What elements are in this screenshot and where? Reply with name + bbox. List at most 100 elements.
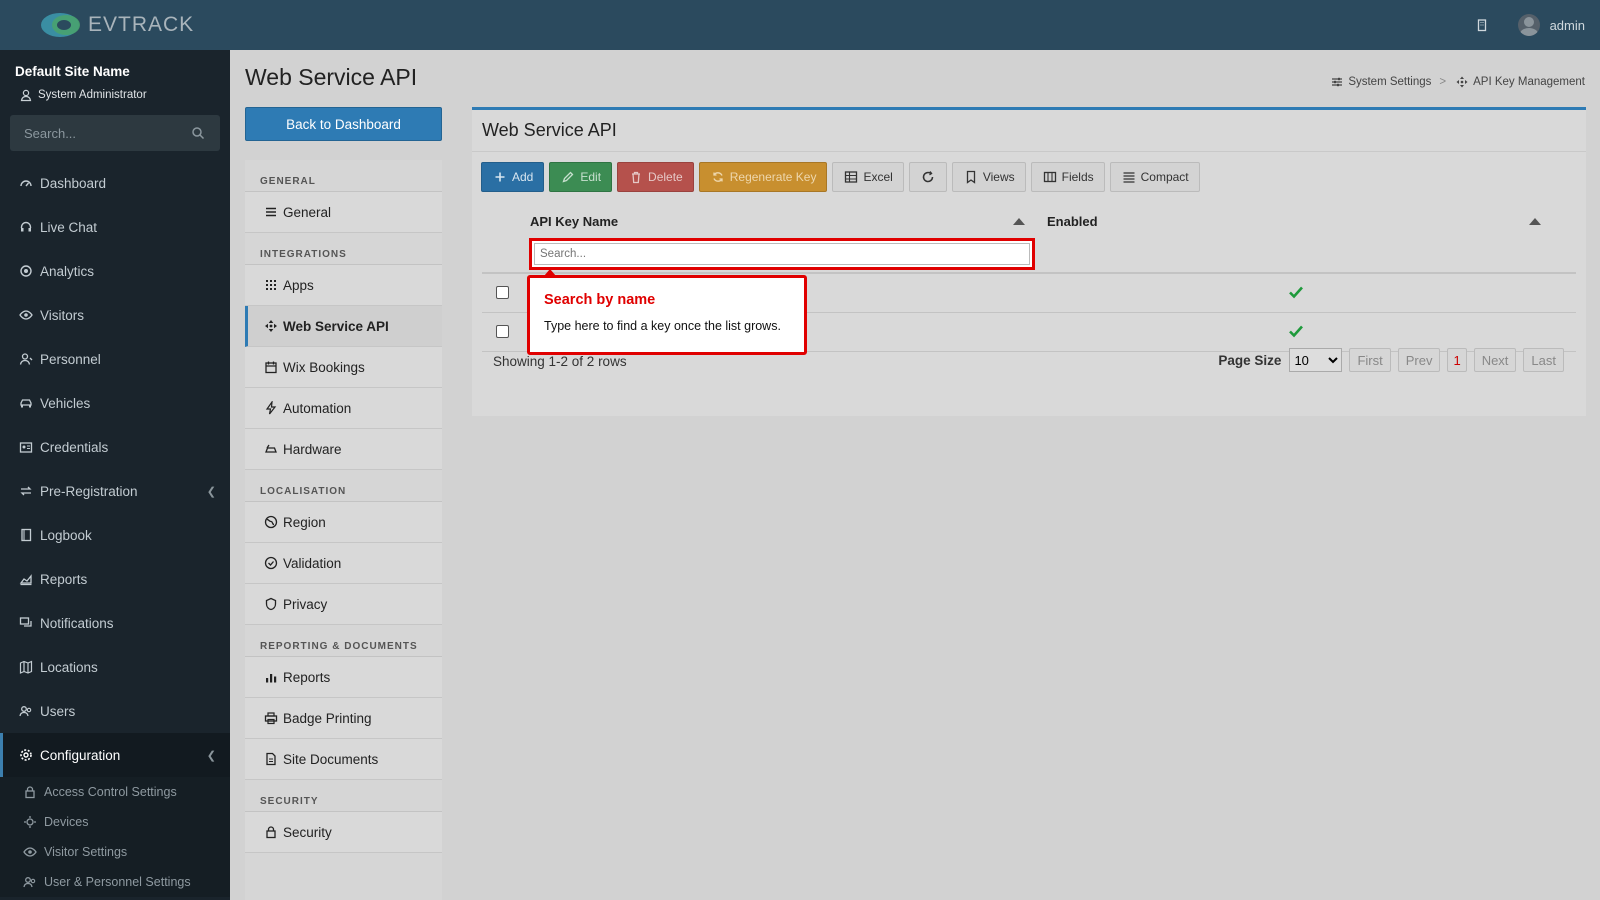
search-tooltip: Search by name Type here to find a key o… xyxy=(527,269,807,355)
sidebar-item-pre-registration[interactable]: Pre-Registration ❮ xyxy=(0,469,230,513)
settings-item-region[interactable]: Region xyxy=(245,502,442,543)
book-icon xyxy=(18,527,34,543)
settings-item-badge-printing[interactable]: Badge Printing xyxy=(245,698,442,739)
add-button-label: Add xyxy=(512,170,534,184)
grid-icon xyxy=(263,277,279,293)
printer-icon xyxy=(263,710,279,726)
sidebar-item-credentials[interactable]: Credentials xyxy=(0,425,230,469)
last-page-button[interactable]: Last xyxy=(1523,348,1564,372)
settings-item-label: Validation xyxy=(283,555,342,571)
row-checkbox[interactable] xyxy=(496,286,509,299)
sidebar-item-locations[interactable]: Locations xyxy=(0,645,230,689)
sidebar-item-users[interactable]: Users xyxy=(0,689,230,733)
sidebar-item-logbook[interactable]: Logbook xyxy=(0,513,230,557)
app-name: EVTRACK xyxy=(88,13,195,36)
sidebar-item-dashboard[interactable]: Dashboard xyxy=(0,161,230,205)
first-page-button[interactable]: First xyxy=(1349,348,1391,372)
chevron-left-icon[interactable]: ❮ xyxy=(207,749,216,762)
settings-item-web-service-api[interactable]: Web Service API xyxy=(245,306,442,347)
sidebar-item-personnel[interactable]: Personnel xyxy=(0,337,230,381)
api-key-panel: Web Service API Add Edit Delete Regenera… xyxy=(472,107,1586,416)
list-icon xyxy=(1121,169,1137,185)
settings-item-hardware[interactable]: Hardware xyxy=(245,429,442,470)
sidebar-subitem-label: Visitor Settings xyxy=(44,845,128,859)
edit-button[interactable]: Edit xyxy=(549,162,613,192)
breadcrumb-item-system-settings[interactable]: System Settings xyxy=(1329,74,1431,90)
settings-item-wix-bookings[interactable]: Wix Bookings xyxy=(245,347,442,388)
edit-button-label: Edit xyxy=(580,170,602,184)
views-button[interactable]: Views xyxy=(951,162,1026,192)
regenerate-key-button[interactable]: Regenerate Key xyxy=(698,162,828,192)
sidebar-subitem-access-control[interactable]: Access Control Settings xyxy=(0,777,230,807)
settings-item-label: Privacy xyxy=(283,596,328,612)
settings-item-validation[interactable]: Validation xyxy=(245,543,442,584)
grid-toolbar: Add Edit Delete Regenerate Key Excel Vie… xyxy=(481,162,1200,192)
regenerate-key-label: Regenerate Key xyxy=(729,170,817,184)
settings-item-privacy[interactable]: Privacy xyxy=(245,584,442,625)
section-heading-integrations: INTEGRATIONS xyxy=(245,233,442,265)
file-icon xyxy=(263,751,279,767)
page-title: Web Service API xyxy=(245,64,418,90)
fields-button[interactable]: Fields xyxy=(1030,162,1105,192)
settings-item-label: Site Documents xyxy=(283,751,379,767)
lock-icon xyxy=(263,824,279,840)
panel-title: Web Service API xyxy=(472,110,1586,152)
add-button[interactable]: Add xyxy=(481,162,545,192)
settings-item-general[interactable]: General xyxy=(245,192,442,233)
settings-item-label: Automation xyxy=(283,400,352,416)
sidebar-nav: Dashboard Live Chat Analytics Visitors P… xyxy=(0,161,230,777)
user-role: System Administrator xyxy=(15,87,215,103)
sidebar-item-live-chat[interactable]: Live Chat xyxy=(0,205,230,249)
eye-icon xyxy=(22,844,38,860)
building-icon[interactable] xyxy=(1474,17,1490,33)
back-to-dashboard-button[interactable]: Back to Dashboard xyxy=(245,107,442,141)
sidebar-item-analytics[interactable]: Analytics xyxy=(0,249,230,293)
next-page-button[interactable]: Next xyxy=(1473,348,1517,372)
sidebar-item-label: Dashboard xyxy=(40,175,107,191)
prev-page-button[interactable]: Prev xyxy=(1397,348,1441,372)
sort-asc-icon[interactable] xyxy=(1013,218,1025,225)
sidebar-item-reports[interactable]: Reports xyxy=(0,557,230,601)
refresh-icon xyxy=(920,169,936,185)
settings-item-security[interactable]: Security xyxy=(245,812,442,853)
name-search-input[interactable] xyxy=(534,243,1030,265)
sidebar-subitem-visitor-settings[interactable]: Visitor Settings xyxy=(0,837,230,867)
settings-menu: GENERAL General INTEGRATIONS Apps Web Se… xyxy=(245,160,442,900)
compact-button[interactable]: Compact xyxy=(1109,162,1200,192)
column-header-enabled[interactable]: Enabled xyxy=(1047,214,1098,229)
tooltip-title: Search by name xyxy=(544,292,656,308)
sidebar-subitem-user-personnel-settings[interactable]: User & Personnel Settings xyxy=(0,867,230,897)
sidebar-item-configuration[interactable]: Configuration ❮ xyxy=(0,733,230,777)
settings-item-label: Hardware xyxy=(283,441,342,457)
refresh-button[interactable] xyxy=(908,162,947,192)
sidebar-search-input[interactable] xyxy=(24,125,174,141)
sidebar-item-vehicles[interactable]: Vehicles xyxy=(0,381,230,425)
cog-icon xyxy=(18,747,34,763)
bar-chart-icon xyxy=(263,669,279,685)
sidebar-item-notifications[interactable]: Notifications xyxy=(0,601,230,645)
breadcrumb-item-api-key-management[interactable]: API Key Management xyxy=(1454,74,1585,90)
sidebar-item-label: Locations xyxy=(40,659,98,675)
excel-button[interactable]: Excel xyxy=(832,162,904,192)
settings-item-apps[interactable]: Apps xyxy=(245,265,442,306)
settings-item-reports[interactable]: Reports xyxy=(245,657,442,698)
delete-button[interactable]: Delete xyxy=(617,162,694,192)
chevron-left-icon[interactable]: ❮ xyxy=(207,485,216,498)
settings-item-label: Wix Bookings xyxy=(283,359,365,375)
column-header-api-key-name[interactable]: API Key Name xyxy=(530,214,618,229)
settings-item-site-documents[interactable]: Site Documents xyxy=(245,739,442,780)
app-logo[interactable]: EVTRACK xyxy=(0,0,230,50)
bolt-icon xyxy=(263,400,279,416)
page-size-select[interactable]: 10 xyxy=(1289,348,1343,372)
sidebar-item-visitors[interactable]: Visitors xyxy=(0,293,230,337)
sidebar-subitem-devices[interactable]: Devices xyxy=(0,807,230,837)
settings-item-automation[interactable]: Automation xyxy=(245,388,442,429)
check-icon xyxy=(1288,324,1304,338)
search-icon[interactable] xyxy=(190,125,206,141)
sidebar-item-label: Analytics xyxy=(40,263,95,279)
sidebar-search[interactable] xyxy=(10,115,220,151)
sort-asc-icon[interactable] xyxy=(1529,218,1541,225)
row-checkbox[interactable] xyxy=(496,325,509,338)
current-page-button[interactable]: 1 xyxy=(1447,348,1467,372)
user-menu[interactable]: admin xyxy=(1517,14,1585,36)
